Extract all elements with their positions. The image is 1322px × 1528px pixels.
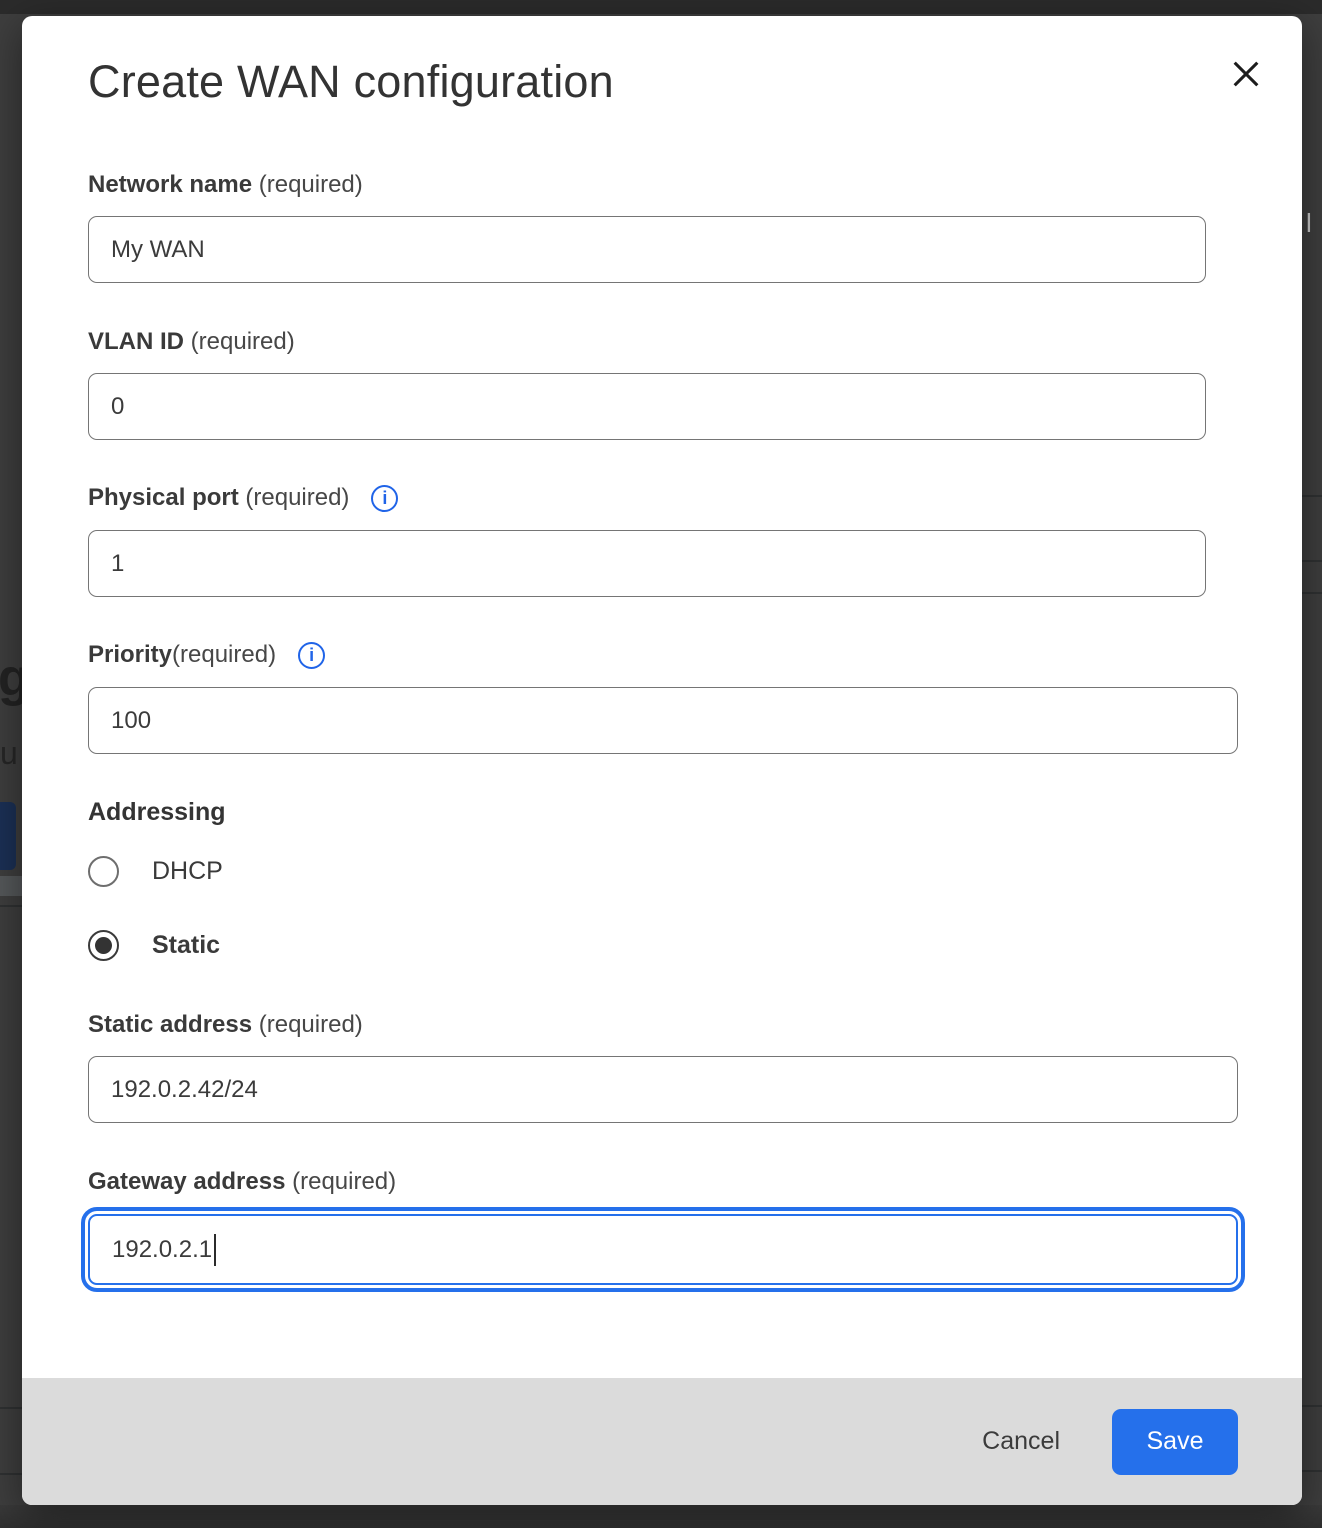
vlan-id-label: VLAN ID (required)	[88, 328, 295, 356]
gateway-address-value: 192.0.2.1	[112, 1236, 212, 1264]
background-fragment	[1302, 1405, 1322, 1407]
dialog-footer: Cancel Save	[22, 1378, 1302, 1505]
background-fragment	[0, 802, 16, 870]
background-fragment	[0, 1407, 22, 1409]
page-title: Create WAN configuration	[88, 56, 614, 108]
background-fragment	[1302, 560, 1322, 562]
info-icon[interactable]: i	[371, 485, 398, 512]
radio-label: DHCP	[152, 857, 223, 886]
background-fragment	[0, 876, 22, 896]
backdrop-top-band	[0, 0, 1322, 14]
network-name-label: Network name (required)	[88, 171, 363, 199]
background-fragment: l	[1306, 208, 1312, 239]
radio-dot	[95, 937, 112, 954]
addressing-heading: Addressing	[88, 798, 226, 827]
priority-input[interactable]	[88, 687, 1238, 754]
info-icon[interactable]: i	[298, 642, 325, 669]
text-cursor	[214, 1234, 216, 1266]
vlan-id-input[interactable]	[88, 373, 1206, 440]
static-address-input[interactable]	[88, 1056, 1238, 1123]
background-fragment	[1302, 495, 1322, 497]
physical-port-input[interactable]	[88, 530, 1206, 597]
backdrop-bottom-band	[0, 1505, 1322, 1528]
create-wan-configuration-dialog: Create WAN configuration Network name (r…	[22, 16, 1302, 1505]
background-fragment	[1302, 592, 1322, 594]
physical-port-label: Physical port (required)i	[88, 484, 398, 512]
background-fragment: u	[0, 735, 18, 772]
radio-unselected-icon[interactable]	[88, 856, 119, 887]
radio-label: Static	[152, 931, 220, 960]
cancel-button[interactable]: Cancel	[982, 1427, 1060, 1456]
background-fragment	[0, 1473, 22, 1475]
save-button[interactable]: Save	[1112, 1409, 1238, 1475]
radio-selected-icon[interactable]	[88, 930, 119, 961]
static-address-label: Static address (required)	[88, 1011, 363, 1039]
gateway-address-input[interactable]: 192.0.2.1	[88, 1214, 1238, 1285]
background-fragment	[0, 905, 22, 907]
addressing-option-static[interactable]: Static	[88, 930, 220, 961]
addressing-option-dhcp[interactable]: DHCP	[88, 856, 223, 887]
close-icon[interactable]	[1224, 52, 1268, 96]
gateway-address-label: Gateway address (required)	[88, 1168, 396, 1196]
priority-label: Priority(required)i	[88, 641, 325, 669]
network-name-input[interactable]	[88, 216, 1206, 283]
background-fragment	[1302, 1470, 1322, 1472]
